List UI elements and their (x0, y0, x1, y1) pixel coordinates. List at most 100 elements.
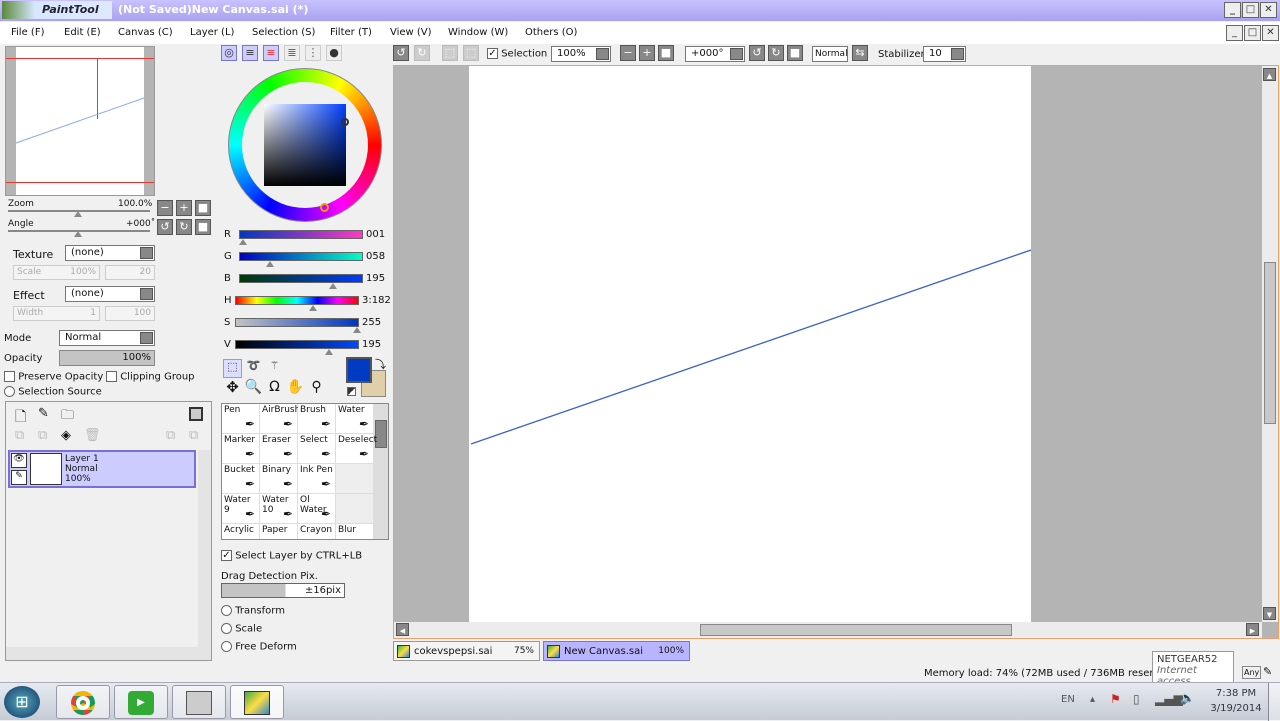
stabilizer-select[interactable]: 10 (923, 46, 966, 62)
tool-scrollbar[interactable] (374, 404, 388, 539)
start-button[interactable]: ⊞ (4, 686, 40, 718)
canvas-rotate-cw-button[interactable]: ↻ (768, 45, 784, 61)
volume-icon[interactable]: 🔈 (1180, 691, 1195, 705)
zoom-out-button[interactable]: − (157, 200, 173, 216)
selection-checkbox[interactable]: ✓ Selection (487, 48, 547, 60)
action-center-flag-icon[interactable]: ⚑ (1110, 692, 1121, 706)
slider-handle-s[interactable] (353, 327, 361, 333)
tool-airbrush[interactable]: AirBrush ✒ (260, 404, 300, 434)
slider-handle-b[interactable] (328, 283, 337, 289)
blend-mode-select[interactable]: Normal (59, 330, 155, 346)
merge-visible-icon[interactable]: ⧉ (166, 428, 175, 443)
doc-close-button[interactable]: ✕ (1262, 25, 1279, 41)
tool-water[interactable]: Water 10 ✒ (260, 494, 298, 524)
rotate-cw-button[interactable]: ↻ (176, 219, 192, 235)
minimize-button[interactable]: _ (1224, 2, 1241, 18)
zoom-tool-icon[interactable]: 🔍 (244, 380, 263, 399)
show-hidden-icons[interactable]: ▴ (1090, 694, 1095, 705)
selection-source-radio[interactable]: Selection Source (4, 386, 102, 398)
rotate-reset-button[interactable]: ■ (195, 219, 211, 235)
color-wheel[interactable] (228, 68, 382, 222)
hand-icon[interactable]: ✋ (286, 380, 305, 399)
slider-handle-g[interactable] (266, 261, 275, 267)
free-deform-radio[interactable]: Free Deform (221, 641, 297, 653)
transfer-down-icon[interactable]: ⧉ (15, 428, 24, 443)
delete-layer-icon[interactable]: 🗑 (84, 428, 101, 443)
menu-file[interactable]: File (F) (11, 27, 44, 38)
tool-ink-pen[interactable]: Ink Pen ✒ (298, 464, 336, 494)
scratchpad-tab[interactable]: ● (326, 45, 342, 61)
drag-detection-slider[interactable]: ±16pix (221, 583, 345, 598)
preserve-opacity-checkbox[interactable]: Preserve Opacity (4, 371, 103, 383)
tool-brush[interactable]: Brush ✒ (298, 404, 336, 434)
close-button[interactable]: ✕ (1260, 2, 1277, 18)
tool-water[interactable]: Water ✒ (336, 404, 374, 434)
primary-color-swatch[interactable] (346, 357, 372, 383)
slider-handle-h[interactable] (309, 305, 318, 311)
clock-date[interactable]: 3/19/2014 (1205, 703, 1267, 714)
canvas-paper[interactable] (469, 66, 1032, 622)
slider-r[interactable] (239, 230, 363, 239)
tool-blur[interactable]: Blur✒ (336, 524, 374, 539)
tool-crayon[interactable]: Crayon✒ (298, 524, 336, 539)
redo-button[interactable]: ↻ (414, 45, 430, 61)
flip-canvas-button[interactable]: ⇆ (852, 45, 868, 61)
sai-taskbar-button[interactable] (230, 685, 284, 719)
transform-radio[interactable]: Transform (221, 605, 285, 617)
new-folder-icon[interactable]: 🗀 (61, 406, 74, 428)
slider-b[interactable] (239, 274, 363, 283)
canvas-zoom-in-button[interactable]: + (639, 45, 655, 61)
menu-view[interactable]: View (V) (390, 27, 432, 38)
language-indicator[interactable]: EN (1061, 694, 1075, 705)
canvas-tab-new-canvas[interactable]: New Canvas.sai 100% (543, 641, 690, 661)
hscroll-thumb[interactable] (700, 624, 1012, 636)
canvas-zoom-out-button[interactable]: − (620, 45, 636, 61)
reset-colors-icon[interactable] (347, 387, 356, 396)
slider-handle-v[interactable] (324, 349, 333, 355)
canvas-vscrollbar[interactable]: ▲ ▼ (1262, 66, 1278, 622)
layer-row[interactable]: 👁 ✎ Layer 1 Normal 100% (8, 450, 196, 488)
media-player-taskbar-button[interactable]: ▶ (114, 685, 168, 719)
deselect-button[interactable]: ⬚ (442, 45, 458, 61)
layer-mask-icon[interactable] (189, 407, 203, 421)
menu-filter[interactable]: Filter (T) (330, 27, 372, 38)
clock-time[interactable]: 7:38 PM (1212, 688, 1260, 699)
doc-restore-button[interactable]: □ (1244, 25, 1261, 41)
tool-pen[interactable]: Pen ✒ (222, 404, 260, 434)
maximize-button[interactable]: □ (1242, 2, 1259, 18)
vscroll-thumb[interactable] (1264, 262, 1276, 424)
effect-select[interactable]: (none) (65, 286, 155, 302)
canvas-tab-cokevspepsi[interactable]: cokevspepsi.sai 75% (393, 641, 540, 661)
tool-select[interactable]: Select ✒ (298, 434, 336, 464)
slider-g[interactable] (239, 252, 363, 261)
rgb-slider-tab[interactable]: ≡ (242, 45, 258, 61)
move-icon[interactable]: ✥ (223, 380, 242, 399)
scale-radio[interactable]: Scale (221, 623, 262, 635)
layer-scrollbar[interactable] (198, 450, 211, 648)
new-layer-icon[interactable]: 🗋 (15, 406, 26, 430)
tool-binary[interactable]: Binary ✒ (260, 464, 298, 494)
lock-brush-icon[interactable]: ✎ (11, 470, 27, 485)
magic-wand-icon[interactable]: ⚚ (265, 359, 284, 378)
sv-cursor[interactable] (341, 118, 349, 126)
hsv-slider-tab[interactable]: ≡ (263, 45, 279, 61)
texture-select[interactable]: (none) (65, 245, 155, 261)
network-icon[interactable]: ▂▄▆ (1155, 692, 1183, 706)
tool-marker[interactable]: Marker ✒ (222, 434, 260, 464)
slider-h[interactable] (235, 296, 359, 305)
saturation-value-square[interactable] (264, 104, 346, 186)
tool-ol-water[interactable]: Ol Water ✒ (298, 494, 336, 524)
slider-v[interactable] (235, 340, 359, 349)
opacity-slider[interactable]: 100% (59, 350, 155, 366)
zoom-reset-button[interactable]: ■ (195, 200, 211, 216)
eyedropper-icon[interactable]: ⚲ (307, 380, 326, 399)
rotate-tool-icon[interactable]: Ω (265, 380, 284, 399)
app-taskbar-button[interactable] (172, 685, 226, 719)
canvas-angle-select[interactable]: +000° (685, 46, 745, 62)
lasso-icon[interactable]: ➰ (244, 359, 263, 378)
canvas-rotate-ccw-button[interactable]: ↺ (749, 45, 765, 61)
rect-select-icon[interactable]: ⬚ (223, 359, 242, 378)
invert-selection-button[interactable]: ⬚ (463, 45, 479, 61)
undo-button[interactable]: ↺ (393, 45, 409, 61)
menu-others[interactable]: Others (O) (525, 27, 577, 38)
